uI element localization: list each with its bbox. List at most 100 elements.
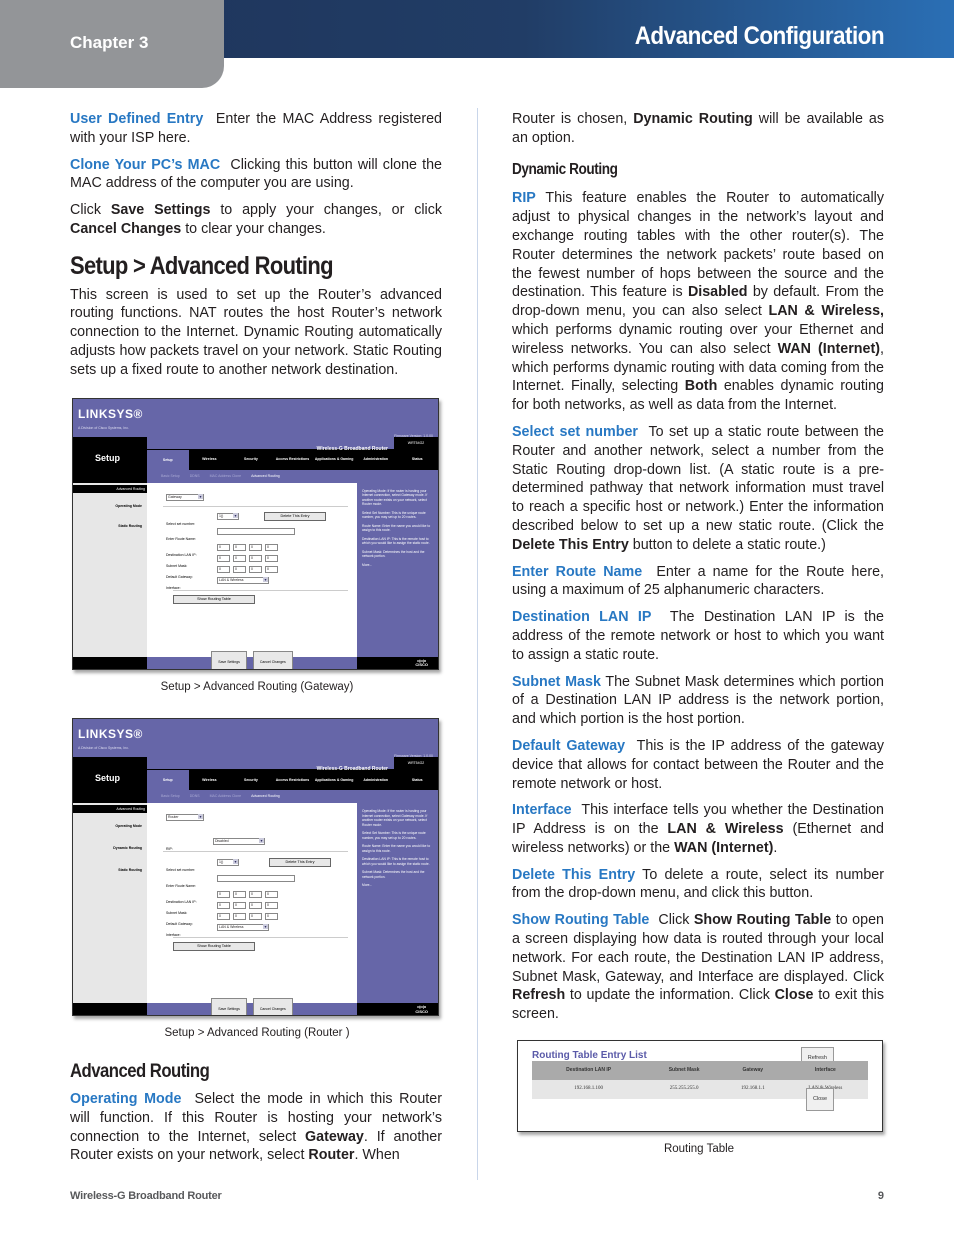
- cancel-changes-button[interactable]: Cancel Changes: [252, 651, 293, 669]
- intro-paragraph: This screen is used to set up the Router…: [70, 286, 442, 378]
- route-name-input[interactable]: [217, 875, 295, 883]
- table-header-row: Destination LAN IP Subnet Mask Gateway I…: [532, 1061, 868, 1080]
- right-column: Router is chosen, Dynamic Routing will b…: [512, 110, 884, 1159]
- cisco-logo: ıı|ıı|ıı CISCO: [415, 658, 428, 668]
- delete-entry-button[interactable]: Delete This Entry: [264, 511, 326, 521]
- help-text: Select Set Number: This is the unique ro…: [362, 831, 426, 840]
- table-cell: 255.255.255.0: [645, 1079, 723, 1099]
- sidebar-dynamic-routing: Dynamic Routing: [113, 846, 142, 851]
- dest-ip-octet[interactable]: 0: [217, 543, 230, 551]
- gateway-octet[interactable]: 0: [265, 913, 278, 921]
- figure-routing-table: Routing Table Entry List Refresh Destina…: [514, 1040, 884, 1159]
- figure-router: LINKSYS® A Division of Cisco Systems, In…: [72, 718, 442, 1043]
- subnet-octet[interactable]: 0: [265, 554, 278, 562]
- page-title: Advanced Configuration: [634, 22, 885, 50]
- dest-ip-octet[interactable]: 0: [265, 891, 278, 899]
- help-panel: Operating Mode: If the router is hosting…: [357, 482, 438, 657]
- help-text: Destination LAN IP: This is the remote h…: [362, 536, 430, 546]
- model-number: WRT54G2: [394, 757, 438, 771]
- body-text: .: [773, 839, 778, 856]
- show-routing-table-button[interactable]: Show Routing Table: [173, 942, 255, 952]
- gateway-octet[interactable]: 0: [217, 565, 230, 573]
- bold-gateway: Gateway: [305, 1128, 364, 1145]
- delete-entry-button[interactable]: Delete This Entry: [269, 858, 331, 868]
- tab-applications-gaming[interactable]: Applications & Gaming: [313, 450, 355, 469]
- column-divider: [477, 108, 478, 1180]
- bold-dynamic-routing: Dynamic Routing: [633, 111, 753, 127]
- tab-administration[interactable]: Administration: [355, 450, 397, 469]
- operating-mode-select[interactable]: Gateway: [166, 493, 204, 501]
- subnet-octet[interactable]: 0: [249, 902, 262, 910]
- help-more-link[interactable]: More...: [362, 563, 433, 568]
- dynamic-routing-heading: Dynamic Routing: [512, 161, 828, 180]
- sidebar-static-routing: Static Routing: [118, 868, 142, 873]
- dest-ip-octet[interactable]: 0: [233, 543, 246, 551]
- interface-select[interactable]: LAN & Wireless: [217, 924, 269, 932]
- close-button[interactable]: Close: [805, 1088, 834, 1111]
- cisco-logo: ıı|ıı|ıı CISCO: [415, 1005, 428, 1014]
- section-label: Setup: [95, 452, 121, 463]
- continued-paragraph: Router is chosen, Dynamic Routing will b…: [512, 110, 884, 148]
- tab-applications-gaming[interactable]: Applications & Gaming: [313, 771, 355, 790]
- dest-ip-octet[interactable]: 0: [217, 891, 230, 899]
- sidebar-operating-mode: Operating Mode: [115, 503, 142, 508]
- body-text: button to delete a static route.): [628, 536, 826, 553]
- table-cell: 192.168.1.1: [722, 1079, 783, 1099]
- help-more-link[interactable]: More...: [362, 883, 433, 888]
- term-show-routing-table: Show Routing Table: [512, 912, 650, 929]
- cancel-changes-button[interactable]: Cancel Changes: [252, 997, 293, 1016]
- sub-tabs: Basic Setup DDNS MAC Address Clone Advan…: [147, 469, 438, 483]
- term-destination-lan-ip: Destination LAN IP: [512, 609, 652, 626]
- dest-ip-octet[interactable]: 0: [249, 543, 262, 551]
- help-text: Destination LAN IP: This is the remote h…: [362, 857, 430, 866]
- show-routing-table-button[interactable]: Show Routing Table: [173, 594, 255, 604]
- save-note-paragraph: Click Save Settings to apply your change…: [70, 201, 442, 239]
- term-select-set-number: Select set number: [512, 423, 638, 440]
- rip-select[interactable]: Disabled: [213, 838, 265, 846]
- column-header: Subnet Mask: [645, 1061, 723, 1080]
- save-settings-button[interactable]: Save Settings: [211, 651, 247, 669]
- bold-wan-internet: WAN (Internet): [674, 839, 774, 856]
- operating-mode-select[interactable]: Router: [166, 814, 204, 822]
- sidebar-head: Advanced Routing: [73, 805, 147, 814]
- subnet-octet[interactable]: 0: [249, 554, 262, 562]
- gateway-octet[interactable]: 0: [233, 565, 246, 573]
- dest-ip-octet[interactable]: 0: [233, 891, 246, 899]
- gateway-octet[interactable]: 0: [233, 913, 246, 921]
- gateway-octet[interactable]: 0: [249, 913, 262, 921]
- help-text: Select Set Number: This is the unique ro…: [362, 510, 426, 520]
- help-text: Operating Mode: If the router is hosting…: [362, 809, 428, 827]
- help-text: Route Name: Enter the name you would lik…: [362, 523, 431, 533]
- interface-select[interactable]: LAN & Wireless: [217, 576, 269, 584]
- dest-ip-octet[interactable]: 0: [249, 891, 262, 899]
- subnet-octet[interactable]: 0: [233, 902, 246, 910]
- figure-caption: Setup > Advanced Routing (Gateway): [160, 680, 354, 693]
- model-number: WRT54G2: [394, 436, 438, 450]
- sidebar-static-routing: Static Routing: [118, 523, 142, 528]
- body-text: To set up a static route between the Rou…: [512, 423, 884, 534]
- dest-ip-octet[interactable]: 0: [265, 543, 278, 551]
- linksys-logo-sub: A Division of Cisco Systems, Inc.: [78, 425, 129, 430]
- tab-status[interactable]: Status: [396, 450, 438, 469]
- subnet-octet[interactable]: 0: [217, 554, 230, 562]
- gateway-octet[interactable]: 0: [249, 565, 262, 573]
- term-subnet-mask: Subnet Mask: [512, 673, 601, 690]
- save-settings-button[interactable]: Save Settings: [211, 997, 247, 1016]
- subnet-octet[interactable]: 0: [265, 902, 278, 910]
- help-text: Subnet Mask: Determines the host and the…: [362, 870, 425, 879]
- bold-delete-this-entry: Delete This Entry: [512, 536, 629, 553]
- gateway-octet[interactable]: 0: [265, 565, 278, 573]
- select-set-number[interactable]: 1(): [217, 512, 239, 520]
- tab-administration[interactable]: Administration: [355, 771, 397, 790]
- route-name-input[interactable]: [217, 527, 295, 535]
- gateway-octet[interactable]: 0: [217, 913, 230, 921]
- subnet-octet[interactable]: 0: [217, 902, 230, 910]
- cisco-text: CISCO: [415, 1008, 428, 1014]
- tab-status[interactable]: Status: [396, 771, 438, 790]
- bold-wan-internet: WAN (Internet): [777, 340, 880, 357]
- subnet-octet[interactable]: 0: [233, 554, 246, 562]
- term-rip: RIP: [512, 190, 536, 207]
- chapter-label: Chapter 3: [70, 33, 149, 52]
- select-set-number[interactable]: 1(): [217, 859, 239, 867]
- interface-paragraph: Interface This interface tells you wheth…: [512, 801, 884, 857]
